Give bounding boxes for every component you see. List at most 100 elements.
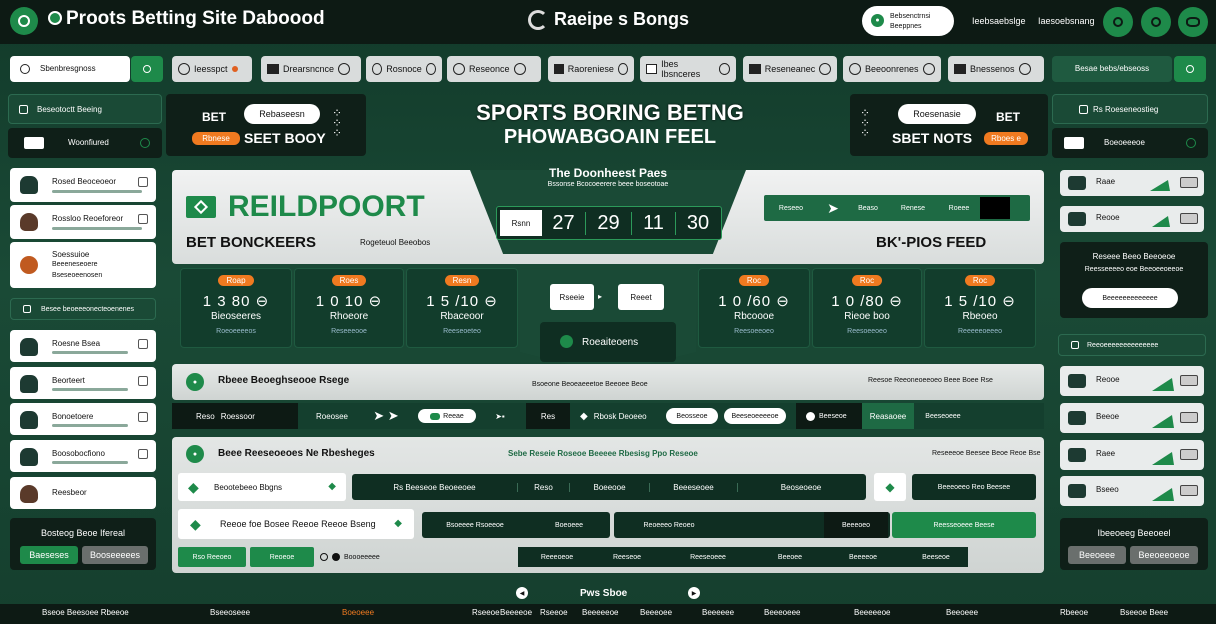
action-right-1[interactable]: Beeseoe bbox=[796, 403, 862, 429]
checkbox-icon[interactable] bbox=[138, 177, 148, 187]
action-pill-4[interactable]: Beeseoeeeeoe bbox=[724, 408, 786, 424]
footer-link[interactable]: Bseeoe Beee bbox=[1120, 608, 1168, 617]
lower-chip-light[interactable]: Boooeeeee bbox=[320, 547, 410, 567]
toggle-icon[interactable] bbox=[1180, 449, 1198, 460]
lower-chip[interactable]: Rso Reeoeo bbox=[178, 547, 246, 567]
toggle-icon[interactable] bbox=[1180, 213, 1198, 224]
nav-item-4[interactable]: Reseonce bbox=[447, 56, 541, 82]
hero-tab[interactable]: Roeee bbox=[938, 205, 980, 212]
lower-chip[interactable]: Beeseoe bbox=[904, 547, 968, 567]
footer-link[interactable]: Bseoe Beesoee Rbeeoe bbox=[42, 608, 129, 617]
logo-icon[interactable] bbox=[10, 7, 38, 35]
right-footer-btn-2[interactable]: Beeoeeoeoe bbox=[1130, 546, 1198, 564]
left-footer-btn-2[interactable]: Booseeeees bbox=[82, 546, 148, 564]
checkbox-icon[interactable] bbox=[138, 412, 148, 422]
left-promo-pill[interactable]: Rebaseesn bbox=[244, 104, 320, 124]
right-promo-banner[interactable]: ⁘ ⁘ ⁘ Roesenasie BET SBET NOTS Rboes e bbox=[850, 94, 1048, 156]
spark-card[interactable]: Raae bbox=[1060, 170, 1204, 196]
footer-link[interactable]: Rseeoe bbox=[472, 608, 500, 617]
footer-link[interactable]: Beeeeee bbox=[702, 608, 734, 617]
action-mid-label[interactable]: Res bbox=[526, 403, 570, 429]
footer-link[interactable]: Beeeoeee bbox=[764, 608, 800, 617]
contact-card[interactable]: Boosobocfiono bbox=[10, 440, 156, 472]
lower-chip[interactable]: Reeseoe bbox=[596, 547, 658, 567]
footer-link[interactable]: Beeeeeoe bbox=[582, 608, 618, 617]
nav-item-3[interactable]: Rosnoce bbox=[366, 56, 442, 82]
checkbox-icon[interactable] bbox=[138, 449, 148, 459]
toggle-icon[interactable] bbox=[1180, 412, 1198, 423]
match-tile[interactable]: Roc 1 5 /10 ⊖ Rbeoeo Reeeeeoeeeo bbox=[924, 268, 1036, 348]
footer-link[interactable]: Bseeoseee bbox=[210, 608, 250, 617]
spark-card[interactable]: Reooe bbox=[1060, 366, 1204, 396]
action-label[interactable]: Roeosee bbox=[298, 412, 366, 421]
search-box[interactable]: ● Bebsenctrnsi Beeppnes bbox=[862, 6, 954, 36]
spark-card[interactable]: Beeoe bbox=[1060, 403, 1204, 433]
nav-item-9[interactable]: Bnessenos bbox=[948, 56, 1044, 82]
contact-card[interactable]: Soessuioe Beeeneseoere Bseseoeenosen bbox=[10, 242, 156, 288]
profile-icon[interactable] bbox=[1178, 7, 1208, 37]
match-tile[interactable]: Roc 1 0 /60 ⊖ Rbcoooe Reesoeeoeo bbox=[698, 268, 810, 348]
contact-card[interactable]: Beorteert bbox=[10, 367, 156, 399]
match-tile[interactable]: Roap 1 3 80 ⊖ Bieoseeres Roeoeeeeos bbox=[180, 268, 292, 348]
left-top-item[interactable]: Beseotoctt Beeing bbox=[8, 94, 162, 124]
contact-card[interactable]: Rossloo Reoeforeor bbox=[10, 205, 156, 239]
spark-card[interactable]: Bseeo bbox=[1060, 476, 1204, 506]
pager-next-icon[interactable]: ▶ bbox=[688, 587, 700, 599]
right-top-item[interactable]: Rs Roeseneostieg bbox=[1052, 94, 1208, 124]
hero-tab[interactable]: Reseeo bbox=[764, 205, 818, 212]
action-right-3[interactable]: Beeseoeee bbox=[914, 413, 972, 420]
left-promo-banner[interactable]: BET Rebaseesn Rbnese SEET BOOY ⁘ ⁘ ⁘ bbox=[166, 94, 366, 156]
lower-chip[interactable]: Reoeoe bbox=[250, 547, 314, 567]
lower-cell-green[interactable]: Reesseoeee Beese bbox=[892, 512, 1036, 538]
diamond-button-icon[interactable]: ◆ bbox=[874, 473, 906, 501]
match-tile[interactable]: Resn 1 5 /10 ⊖ Rbaceoor Reeseoeteo bbox=[406, 268, 518, 348]
lower-row-2a[interactable]: Bsoeeee Rsoeeoe Boeoeee bbox=[422, 512, 610, 538]
hero-tab[interactable]: Renese bbox=[888, 205, 938, 212]
pager-prev-icon[interactable]: ◀ bbox=[516, 587, 528, 599]
hero-tab[interactable]: Beaso bbox=[848, 205, 888, 212]
nav-item-7[interactable]: Reseneanec bbox=[743, 56, 837, 82]
filter-icon[interactable] bbox=[131, 56, 163, 82]
lower-chip[interactable]: Beeoee bbox=[758, 547, 822, 567]
center-btn-2[interactable]: Reeet bbox=[618, 284, 664, 310]
right-footer-btn-1[interactable]: Beeoeee bbox=[1068, 546, 1126, 564]
lower-card-2[interactable]: ◆ Reeoe foe Bosee Reeoe Reeoe Bseng ◆ bbox=[178, 509, 414, 539]
contact-card[interactable]: Rosed Beoceoeor bbox=[10, 168, 156, 202]
footer-link[interactable]: Rseeoe bbox=[540, 608, 568, 617]
nav-item-5[interactable]: Raoreniese bbox=[548, 56, 634, 82]
footer-link[interactable]: Beeeoee bbox=[640, 608, 672, 617]
footer-link[interactable]: Rbeeoe bbox=[1060, 608, 1088, 617]
lower-row-2b[interactable]: Reoeeeo Reoeo Beeeoeo bbox=[614, 512, 890, 538]
action-group-dark[interactable]: Reso Roessoor bbox=[172, 403, 298, 429]
center-btn-1[interactable]: Rseeie bbox=[550, 284, 594, 310]
left-footer-btn-1[interactable]: Baeseses bbox=[20, 546, 78, 564]
footer-link[interactable]: Beeoeee bbox=[946, 608, 978, 617]
nav-item-8[interactable]: Beeoonrenes bbox=[843, 56, 941, 82]
lower-chip[interactable]: Reeeoeoe bbox=[518, 547, 596, 567]
left-selected-item[interactable]: Woonfiured bbox=[8, 128, 162, 158]
spark-card[interactable]: Reooe bbox=[1060, 206, 1204, 232]
nav-item-6[interactable]: Ibes Ibsnceres bbox=[640, 56, 736, 82]
lower-chip[interactable]: Reeseoeee bbox=[658, 547, 758, 567]
lower-row1-right[interactable]: Beeeoeeo Reo Beesee bbox=[912, 474, 1036, 500]
contact-card[interactable]: Reesbeor bbox=[10, 477, 156, 509]
nav-item-2[interactable]: Drearsncnce bbox=[261, 56, 361, 82]
nav-item-1[interactable]: Ieesspct bbox=[172, 56, 252, 82]
contact-card[interactable]: Roesne Bsea bbox=[10, 330, 156, 362]
settings-icon[interactable] bbox=[1174, 56, 1206, 82]
match-tile[interactable]: Roes 1 0 10 ⊖ Rhoeore Reseeeooe bbox=[294, 268, 404, 348]
notification-icon[interactable] bbox=[1103, 7, 1133, 37]
message-icon[interactable] bbox=[1141, 7, 1171, 37]
checkbox-icon[interactable] bbox=[138, 339, 148, 349]
footer-link-highlight[interactable]: Boeoeee bbox=[342, 608, 374, 617]
checkbox-icon[interactable] bbox=[138, 214, 148, 224]
footer-link[interactable]: Beeeeoe bbox=[500, 608, 532, 617]
subnav-search[interactable]: Sbenbresgnoss bbox=[10, 56, 130, 82]
match-tile[interactable]: Roc 1 0 /80 ⊖ Rieoe boo Reesoeeoeo bbox=[812, 268, 922, 348]
toggle-icon[interactable] bbox=[1180, 375, 1198, 386]
lower-card-1[interactable]: ◆ Beootebeeo Bbgns ◆ bbox=[178, 473, 346, 501]
right-promo-button[interactable]: Beeeeeeeeeeeee bbox=[1082, 288, 1178, 308]
left-section-header[interactable]: Besee beoeeeonecteoenenes bbox=[10, 298, 156, 320]
left-promo-orange-badge[interactable]: Rbnese bbox=[192, 132, 240, 145]
lower-chip[interactable]: Beeeeoe bbox=[822, 547, 904, 567]
